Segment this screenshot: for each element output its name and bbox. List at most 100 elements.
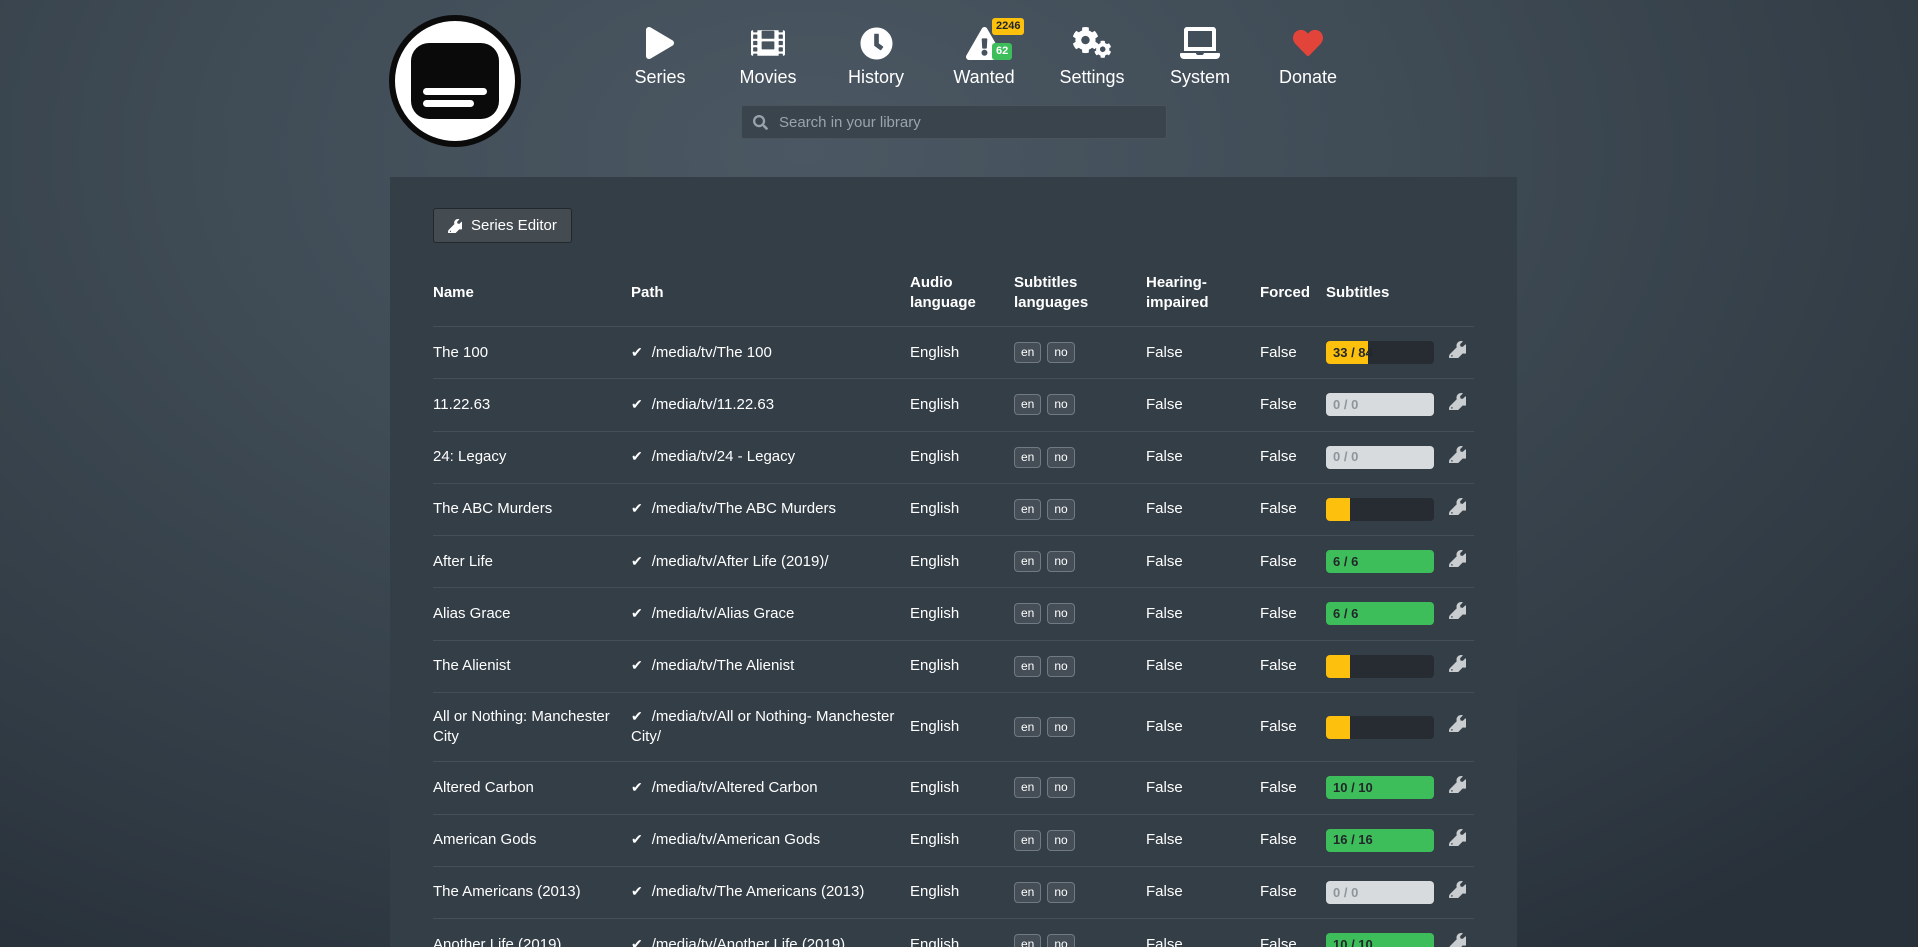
series-name: The 100 (433, 344, 488, 361)
nav-series[interactable]: Series (606, 20, 714, 88)
series-editor-label: Series Editor (471, 217, 557, 234)
series-table-body: The 100 ✔/media/tv/The 100 English enno … (433, 327, 1474, 947)
logo-subtitle-icon (411, 43, 499, 119)
nav-wanted[interactable]: Wanted 2246 62 (930, 20, 1038, 88)
series-row: Alias Grace ✔/media/tv/Alias Grace Engli… (433, 588, 1474, 640)
language-badge: no (1047, 830, 1074, 851)
forced-value: False (1260, 431, 1326, 483)
wrench-icon (1449, 655, 1466, 672)
series-editor-button[interactable]: Series Editor (433, 208, 572, 243)
subtitles-progress: 0 / 0 (1326, 881, 1434, 904)
hearing-impaired-value: False (1146, 483, 1260, 535)
edit-series-button[interactable] (1449, 715, 1466, 738)
edit-series-button[interactable] (1449, 602, 1466, 625)
nav-settings[interactable]: Settings (1038, 20, 1146, 88)
check-icon: ✔ (631, 657, 643, 673)
subtitle-languages: enno (1014, 483, 1146, 535)
subtitles-progress-bar: 6 / 6 (1326, 550, 1434, 573)
wrench-icon (1449, 498, 1466, 515)
language-badge: no (1047, 394, 1074, 415)
nav-movies[interactable]: Movies (714, 20, 822, 88)
subtitles-progress-bar: 6 / 6 (1326, 602, 1434, 625)
audio-language: English (910, 919, 1014, 947)
language-badge: en (1014, 551, 1041, 572)
series-table: Name Path Audio language Subtitles langu… (433, 267, 1474, 947)
wrench-icon (1449, 715, 1466, 732)
edit-series-button[interactable] (1449, 933, 1466, 947)
series-path-text: /media/tv/The ABC Murders (652, 500, 836, 517)
check-icon: ✔ (631, 831, 643, 847)
series-name: 24: Legacy (433, 448, 506, 465)
play-icon (646, 20, 674, 66)
search-input[interactable] (777, 113, 1155, 132)
check-icon: ✔ (631, 605, 643, 621)
series-row: The Alienist ✔/media/tv/The Alienist Eng… (433, 640, 1474, 692)
subtitles-progress-bar (1326, 655, 1350, 678)
hearing-impaired-value: False (1146, 762, 1260, 814)
edit-series-button[interactable] (1449, 550, 1466, 573)
check-icon: ✔ (631, 553, 643, 569)
series-name: All or Nothing: Manchester City (433, 708, 610, 745)
edit-series-button[interactable] (1449, 829, 1466, 852)
col-header-subtitles: Subtitles (1326, 267, 1448, 327)
audio-language: English (910, 431, 1014, 483)
subtitles-progress-bar: 0 / 0 (1326, 393, 1434, 416)
series-row: Altered Carbon ✔/media/tv/Altered Carbon… (433, 762, 1474, 814)
hearing-impaired-value: False (1146, 692, 1260, 762)
edit-series-button[interactable] (1449, 393, 1466, 416)
subtitles-progress-bar (1326, 498, 1350, 521)
edit-series-button[interactable] (1449, 655, 1466, 678)
edit-series-button[interactable] (1449, 341, 1466, 364)
series-path-text: /media/tv/After Life (2019)/ (652, 553, 829, 570)
nav-system[interactable]: System (1146, 20, 1254, 88)
series-name: American Gods (433, 831, 536, 848)
wrench-icon (1449, 550, 1466, 567)
check-icon: ✔ (631, 344, 643, 360)
wrench-icon (1449, 393, 1466, 410)
col-header-hearing-impaired: Hearing-impaired (1146, 267, 1260, 327)
nav-label-donate: Donate (1279, 67, 1337, 88)
nav-history[interactable]: History (822, 20, 930, 88)
series-name: 11.22.63 (433, 396, 490, 413)
edit-series-button[interactable] (1449, 446, 1466, 469)
nav-label-movies: Movies (739, 67, 796, 88)
search-bar (741, 105, 1167, 139)
wanted-series-count-badge: 2246 (992, 18, 1024, 35)
check-icon: ✔ (631, 500, 643, 516)
language-badge: en (1014, 934, 1041, 947)
series-name: The Alienist (433, 657, 511, 674)
subtitles-progress-bar: 16 / 16 (1326, 829, 1434, 852)
forced-value: False (1260, 866, 1326, 918)
series-row: After Life ✔/media/tv/After Life (2019)/… (433, 536, 1474, 588)
subtitle-languages: enno (1014, 640, 1146, 692)
series-row: The 100 ✔/media/tv/The 100 English enno … (433, 327, 1474, 379)
forced-value: False (1260, 483, 1326, 535)
series-path-text: /media/tv/11.22.63 (652, 396, 774, 413)
hearing-impaired-value: False (1146, 919, 1260, 947)
edit-series-button[interactable] (1449, 881, 1466, 904)
subtitles-progress-bar: 10 / 10 (1326, 933, 1434, 947)
subtitles-progress: 16 / 16 (1326, 829, 1434, 852)
wanted-movies-count-badge: 62 (992, 43, 1012, 60)
subtitles-progress (1326, 655, 1434, 678)
hearing-impaired-value: False (1146, 640, 1260, 692)
subtitles-progress-bar (1326, 716, 1350, 739)
hearing-impaired-value: False (1146, 431, 1260, 483)
edit-series-button[interactable] (1449, 776, 1466, 799)
subtitle-languages: enno (1014, 919, 1146, 947)
subtitle-languages: enno (1014, 762, 1146, 814)
edit-series-button[interactable] (1449, 498, 1466, 521)
app-logo[interactable] (389, 15, 521, 147)
wrench-icon (448, 219, 462, 233)
wrench-icon (1449, 881, 1466, 898)
film-icon (751, 20, 785, 66)
series-row: Another Life (2019) ✔/media/tv/Another L… (433, 919, 1474, 947)
nav-donate[interactable]: Donate (1254, 20, 1362, 88)
gears-icon (1072, 20, 1112, 66)
language-badge: en (1014, 777, 1041, 798)
language-badge: en (1014, 830, 1041, 851)
audio-language: English (910, 483, 1014, 535)
series-name: Another Life (2019) (433, 936, 561, 947)
series-name: The ABC Murders (433, 500, 552, 517)
series-path-text: /media/tv/Alias Grace (652, 605, 795, 622)
